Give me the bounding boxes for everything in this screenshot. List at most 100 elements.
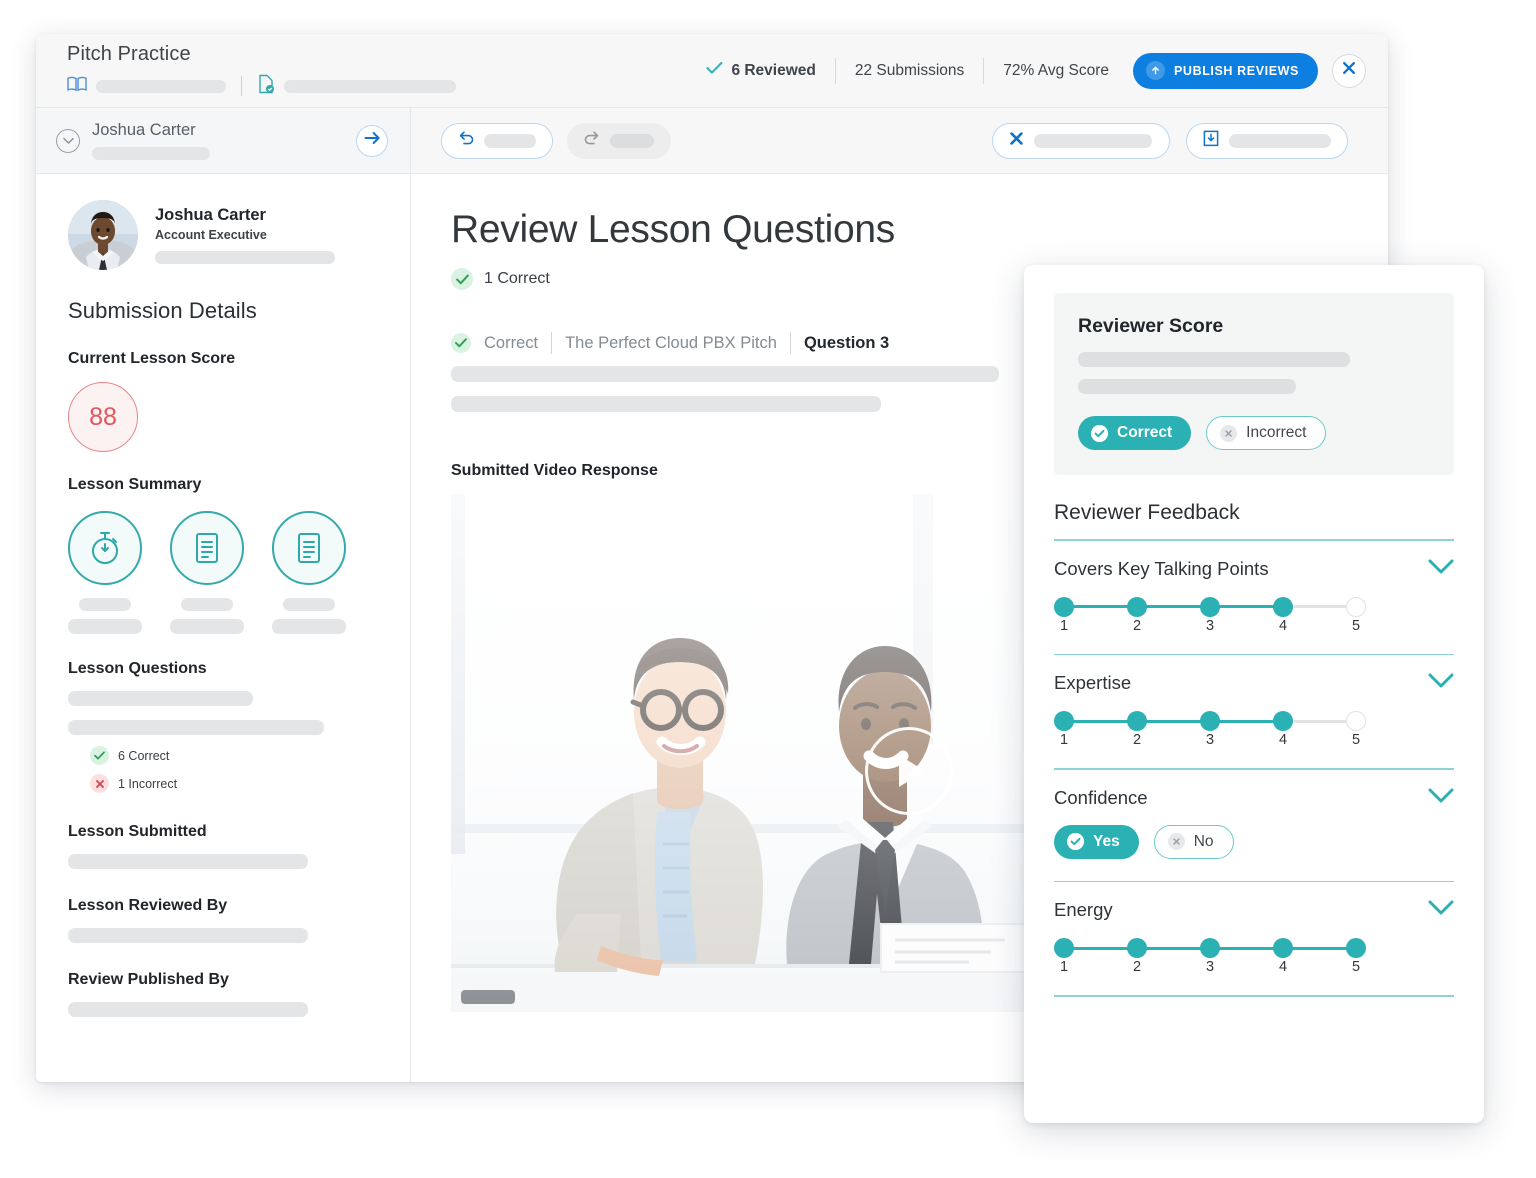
lesson-summary-label: Lesson Summary xyxy=(68,476,202,493)
lesson-questions-placeholder-1 xyxy=(68,691,253,706)
breadcrumb-lesson[interactable]: The Perfect Cloud PBX Pitch xyxy=(565,334,777,353)
play-button[interactable] xyxy=(865,727,953,815)
correct-count-label: 1 Correct xyxy=(484,270,550,287)
rating-dot-1[interactable] xyxy=(1054,938,1074,959)
rating-dot-3[interactable] xyxy=(1200,711,1220,732)
rating-dot-2[interactable] xyxy=(1127,711,1147,732)
person-info: Joshua Carter Account Executive xyxy=(155,206,335,264)
stat-submissions: 22 Submissions xyxy=(854,61,965,79)
reviewer-panel-inner: Reviewer Score Correct Incorrect Reviewe… xyxy=(1024,265,1484,997)
person-row: Joshua Carter Account Executive xyxy=(68,200,380,270)
confidence-choice-yes[interactable]: Yes xyxy=(1054,824,1139,859)
rating-dot-1[interactable] xyxy=(1054,596,1074,617)
feedback-item-header[interactable]: Expertise xyxy=(1054,672,1454,694)
next-submission-button[interactable] xyxy=(356,124,388,157)
check-circle-icon xyxy=(451,333,471,353)
reviewer-feedback-title: Reviewer Feedback xyxy=(1054,501,1240,524)
current-lesson-score-label: Current Lesson Score xyxy=(68,350,236,367)
close-button[interactable] xyxy=(1332,53,1366,88)
divider xyxy=(551,332,553,354)
summary-placeholder xyxy=(272,619,346,634)
redo-button[interactable] xyxy=(567,122,671,159)
sidebar-header[interactable]: Joshua Carter xyxy=(36,108,410,174)
discard-button[interactable] xyxy=(992,122,1170,159)
submitted-video-player[interactable] xyxy=(451,494,1026,1012)
top-bar-left: Pitch Practice xyxy=(36,43,456,99)
rating-tick: 2 xyxy=(1132,732,1142,749)
chevron-down-icon[interactable] xyxy=(1428,788,1454,808)
book-icon xyxy=(67,76,87,97)
save-button[interactable] xyxy=(1186,122,1348,159)
question-stat-correct-label: 6 Correct xyxy=(118,748,170,763)
chevron-down-icon[interactable] xyxy=(1428,559,1454,579)
feedback-item-header[interactable]: Confidence xyxy=(1054,787,1454,809)
reviewer-panel: Reviewer Score Correct Incorrect Reviewe… xyxy=(1024,265,1484,1123)
rating-tick: 3 xyxy=(1205,959,1215,976)
title-meta-placeholder-2 xyxy=(284,79,456,93)
lesson-questions-placeholder-2 xyxy=(68,720,324,735)
rating-dot-2[interactable] xyxy=(1127,596,1147,617)
undo-icon xyxy=(458,130,474,151)
rating-tick: 4 xyxy=(1278,617,1288,634)
rating-tick: 2 xyxy=(1132,959,1142,976)
rating-dot-1[interactable] xyxy=(1054,711,1074,732)
lesson-reviewed-by-placeholder xyxy=(68,928,308,943)
score-choice-incorrect-label: Incorrect xyxy=(1246,424,1307,441)
sidebar: Joshua Carter Joshua Carter Account Exec… xyxy=(36,108,411,1082)
score-choice-incorrect[interactable]: Incorrect xyxy=(1206,416,1327,450)
reviewer-score-placeholder-2 xyxy=(1078,379,1296,394)
summary-item-duration xyxy=(68,511,142,634)
slider-track-fill xyxy=(1063,719,1282,724)
rating-dot-5[interactable] xyxy=(1346,596,1366,617)
rating-dot-3[interactable] xyxy=(1200,938,1220,959)
check-icon xyxy=(706,61,723,80)
slider-track-fill xyxy=(1063,605,1282,609)
review-published-by-label: Review Published By xyxy=(68,971,229,988)
lesson-summary-icons xyxy=(68,511,380,634)
close-icon xyxy=(1341,60,1357,81)
rating-dot-4[interactable] xyxy=(1273,711,1293,732)
chevron-down-circle-icon[interactable] xyxy=(56,128,80,153)
top-bar-stats: 6 Reviewed 22 Submissions 72% Avg Score … xyxy=(706,52,1388,89)
publish-reviews-button[interactable]: PUBLISH REVIEWS xyxy=(1133,52,1318,89)
feedback-item-covers-key-talking-points: Covers Key Talking Points 1 2 3 4 5 xyxy=(1054,541,1454,656)
check-circle-icon xyxy=(451,268,473,290)
summary-placeholder xyxy=(79,598,131,611)
play-icon xyxy=(899,755,925,787)
document-lines-icon xyxy=(272,511,346,585)
rating-tick: 5 xyxy=(1351,617,1361,634)
rating-dot-4[interactable] xyxy=(1273,596,1293,617)
rating-slider[interactable] xyxy=(1054,596,1366,618)
rating-slider[interactable] xyxy=(1054,711,1366,732)
summary-placeholder xyxy=(283,598,335,611)
reviewer-score-title: Reviewer Score xyxy=(1078,315,1224,337)
current-lesson-score-value: 88 xyxy=(68,382,138,452)
rating-slider[interactable] xyxy=(1054,938,1366,959)
undo-button[interactable] xyxy=(441,122,553,159)
toolbar-right-actions xyxy=(992,122,1348,159)
feedback-item-header[interactable]: Covers Key Talking Points xyxy=(1054,558,1454,580)
rating-dot-3[interactable] xyxy=(1200,596,1220,617)
submission-details-heading: Submission Details xyxy=(68,298,257,323)
feedback-item-header[interactable]: Energy xyxy=(1054,899,1454,921)
publish-reviews-label: PUBLISH REVIEWS xyxy=(1174,63,1299,78)
breadcrumb-question: Question 3 xyxy=(803,333,890,352)
score-choice-correct[interactable]: Correct xyxy=(1078,416,1192,450)
divider xyxy=(241,76,243,96)
avatar xyxy=(68,200,138,270)
rating-dot-5[interactable] xyxy=(1346,938,1366,959)
redo-icon xyxy=(584,130,600,151)
feedback-item-label: Energy xyxy=(1054,899,1113,921)
feedback-item-label: Expertise xyxy=(1054,672,1132,694)
redo-label-placeholder xyxy=(610,133,654,148)
rating-dot-5[interactable] xyxy=(1346,711,1366,732)
confidence-choice-no[interactable]: No xyxy=(1153,824,1234,859)
chevron-down-icon[interactable] xyxy=(1428,673,1454,693)
check-icon xyxy=(90,746,109,765)
question-text-placeholder-1 xyxy=(451,366,999,382)
rating-dot-4[interactable] xyxy=(1273,938,1293,959)
content-title: Review Lesson Questions xyxy=(451,208,895,251)
rating-dot-2[interactable] xyxy=(1127,938,1147,959)
rating-tick: 5 xyxy=(1351,959,1361,976)
chevron-down-icon[interactable] xyxy=(1428,900,1454,920)
